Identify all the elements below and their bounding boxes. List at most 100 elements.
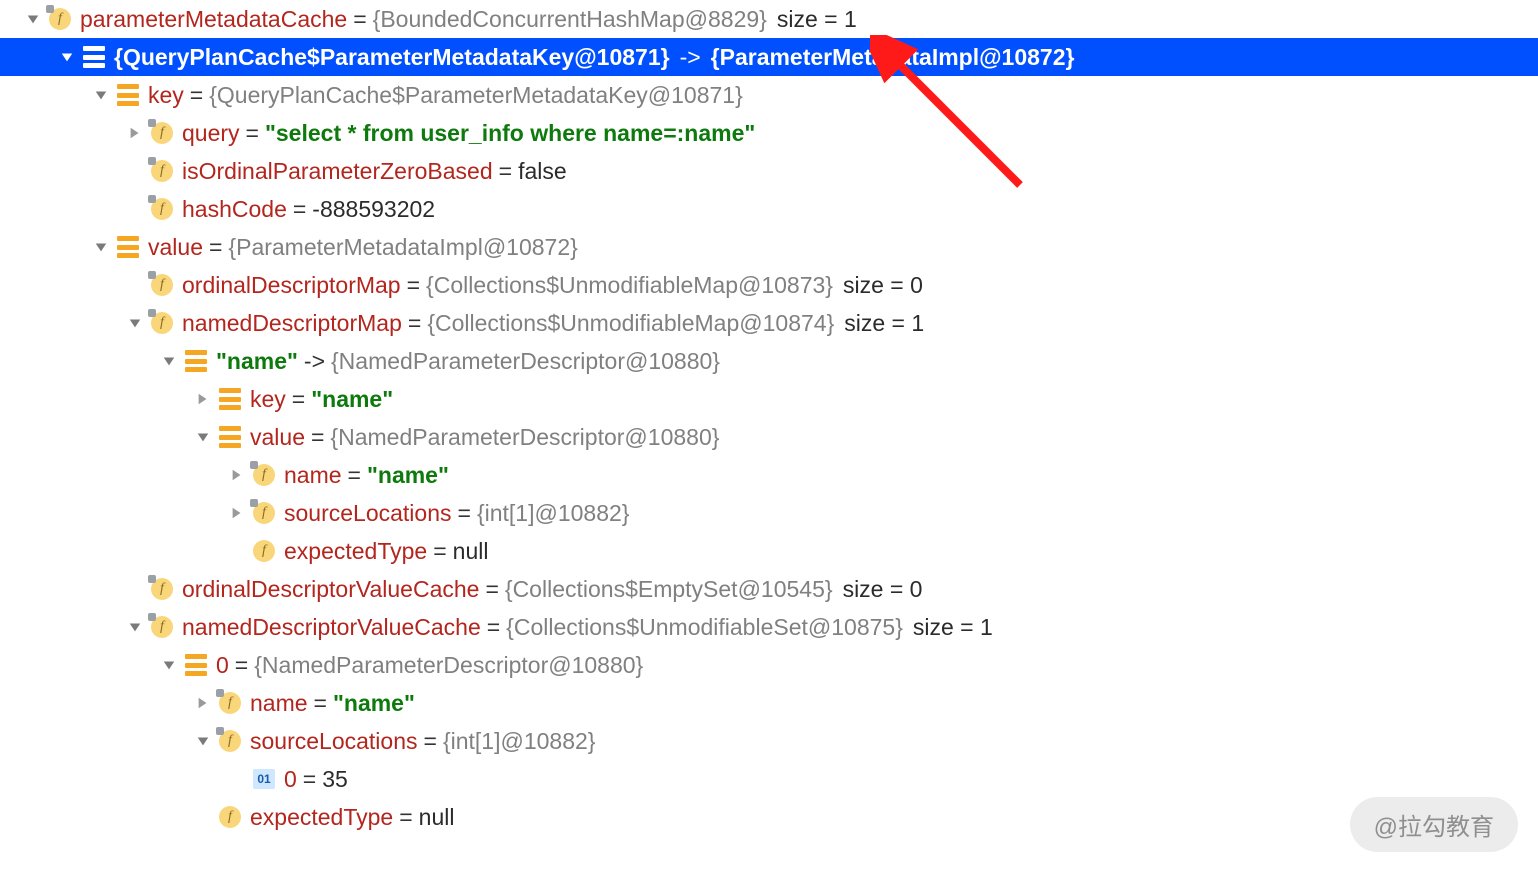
object-reference: {Collections$UnmodifiableMap@10874} — [427, 310, 834, 337]
value: null — [419, 804, 455, 831]
debugger-variables-tree[interactable]: fparameterMetadataCache = {BoundedConcur… — [0, 0, 1538, 836]
tree-row[interactable]: fsourceLocations = {int[1]@10882} — [0, 722, 1538, 760]
field-icon: f — [150, 197, 174, 221]
tree-row[interactable]: key = "name" — [0, 380, 1538, 418]
field-icon: f — [150, 311, 174, 335]
tree-row[interactable]: {QueryPlanCache$ParameterMetadataKey@108… — [0, 38, 1538, 76]
variable-name: key — [250, 386, 286, 413]
entry-key: {QueryPlanCache$ParameterMetadataKey@108… — [114, 44, 670, 71]
tree-row[interactable]: fexpectedType = null — [0, 798, 1538, 836]
watermark-badge: @拉勾教育 — [1350, 797, 1518, 852]
size-annotation: size = 0 — [833, 576, 923, 603]
expand-arrow-icon[interactable] — [160, 656, 178, 674]
tree-row[interactable]: 0 = {NamedParameterDescriptor@10880} — [0, 646, 1538, 684]
expand-arrow-icon[interactable] — [194, 390, 212, 408]
variable-name: key — [148, 82, 184, 109]
tree-row[interactable]: fparameterMetadataCache = {BoundedConcur… — [0, 0, 1538, 38]
field-icon: f — [218, 691, 242, 715]
tree-row[interactable]: fordinalDescriptorValueCache = {Collecti… — [0, 570, 1538, 608]
expand-arrow-icon[interactable] — [92, 86, 110, 104]
object-reference: {Collections$UnmodifiableMap@10873} — [426, 272, 833, 299]
tree-row[interactable]: key = {QueryPlanCache$ParameterMetadataK… — [0, 76, 1538, 114]
variable-name: 0 — [216, 652, 229, 679]
expand-arrow-icon[interactable] — [92, 238, 110, 256]
object-reference: {BoundedConcurrentHashMap@8829} — [373, 6, 767, 33]
expand-arrow-icon[interactable] — [194, 428, 212, 446]
field-icon: f — [218, 729, 242, 753]
tree-row[interactable]: fisOrdinalParameterZeroBased = false — [0, 152, 1538, 190]
object-reference: {Collections$EmptySet@10545} — [505, 576, 833, 603]
size-annotation: size = 1 — [834, 310, 924, 337]
string-value: "name" — [333, 690, 415, 717]
size-annotation: size = 0 — [833, 272, 923, 299]
tree-row[interactable]: value = {NamedParameterDescriptor@10880} — [0, 418, 1538, 456]
tree-row[interactable]: fexpectedType = null — [0, 532, 1538, 570]
map-entry-icon — [82, 45, 106, 69]
object-reference: {int[1]@10882} — [477, 500, 630, 527]
entry-value: {ParameterMetadataImpl@10872} — [711, 44, 1075, 71]
tree-row[interactable]: fnamedDescriptorValueCache = {Collection… — [0, 608, 1538, 646]
expand-arrow-icon[interactable] — [24, 10, 42, 28]
tree-row[interactable]: fordinalDescriptorMap = {Collections$Unm… — [0, 266, 1538, 304]
variable-name: expectedType — [250, 804, 393, 831]
object-reference: {NamedParameterDescriptor@10880} — [330, 424, 719, 451]
variable-name: expectedType — [284, 538, 427, 565]
expand-arrow-icon[interactable] — [126, 314, 144, 332]
map-entry-icon — [184, 349, 208, 373]
string-value: "name" — [311, 386, 393, 413]
variable-name: query — [182, 120, 240, 147]
variable-name: sourceLocations — [250, 728, 418, 755]
tree-row[interactable]: "name" -> {NamedParameterDescriptor@1088… — [0, 342, 1538, 380]
string-value: "select * from user_info where name=:nam… — [265, 120, 755, 147]
object-reference: {ParameterMetadataImpl@10872} — [228, 234, 577, 261]
expand-arrow-icon[interactable] — [160, 352, 178, 370]
variable-name: name — [284, 462, 342, 489]
variable-name: name — [250, 690, 308, 717]
map-entry-icon — [218, 425, 242, 449]
map-entry-icon — [116, 235, 140, 259]
variable-name: ordinalDescriptorMap — [182, 272, 401, 299]
expand-arrow-icon[interactable] — [126, 124, 144, 142]
variable-name: sourceLocations — [284, 500, 452, 527]
field-icon: f — [150, 273, 174, 297]
tree-row[interactable]: value = {ParameterMetadataImpl@10872} — [0, 228, 1538, 266]
expand-arrow-icon[interactable] — [228, 466, 246, 484]
variable-name: ordinalDescriptorValueCache — [182, 576, 479, 603]
expand-arrow-icon[interactable] — [126, 618, 144, 636]
field-icon: f — [48, 7, 72, 31]
expand-arrow-icon[interactable] — [194, 694, 212, 712]
tree-row[interactable]: fnamedDescriptorMap = {Collections$Unmod… — [0, 304, 1538, 342]
field-icon: f — [150, 577, 174, 601]
expand-arrow-icon[interactable] — [58, 48, 76, 66]
object-reference: {QueryPlanCache$ParameterMetadataKey@108… — [209, 82, 743, 109]
field-icon: f — [218, 805, 242, 829]
field-icon: f — [150, 159, 174, 183]
tree-row[interactable]: fsourceLocations = {int[1]@10882} — [0, 494, 1538, 532]
string-value: "name" — [367, 462, 449, 489]
tree-row[interactable]: fquery = "select * from user_info where … — [0, 114, 1538, 152]
object-reference: {NamedParameterDescriptor@10880} — [331, 348, 720, 375]
int-icon: 01 — [252, 767, 276, 791]
variable-name: value — [148, 234, 203, 261]
tree-row[interactable]: fname = "name" — [0, 456, 1538, 494]
expand-arrow-icon[interactable] — [228, 504, 246, 522]
map-entry-icon — [184, 653, 208, 677]
object-reference: {Collections$UnmodifiableSet@10875} — [506, 614, 903, 641]
map-entry-icon — [218, 387, 242, 411]
variable-name: value — [250, 424, 305, 451]
variable-name: isOrdinalParameterZeroBased — [182, 158, 493, 185]
object-reference: {int[1]@10882} — [443, 728, 596, 755]
tree-row[interactable]: fhashCode = -888593202 — [0, 190, 1538, 228]
value: 35 — [322, 766, 348, 793]
object-reference: {NamedParameterDescriptor@10880} — [254, 652, 643, 679]
variable-name: parameterMetadataCache — [80, 6, 347, 33]
tree-row[interactable]: fname = "name" — [0, 684, 1538, 722]
variable-name: 0 — [284, 766, 297, 793]
value: -888593202 — [312, 196, 435, 223]
size-annotation: size = 1 — [767, 6, 857, 33]
tree-row[interactable]: 010 = 35 — [0, 760, 1538, 798]
value: false — [518, 158, 567, 185]
expand-arrow-icon[interactable] — [194, 732, 212, 750]
variable-name: namedDescriptorMap — [182, 310, 402, 337]
variable-name: namedDescriptorValueCache — [182, 614, 481, 641]
